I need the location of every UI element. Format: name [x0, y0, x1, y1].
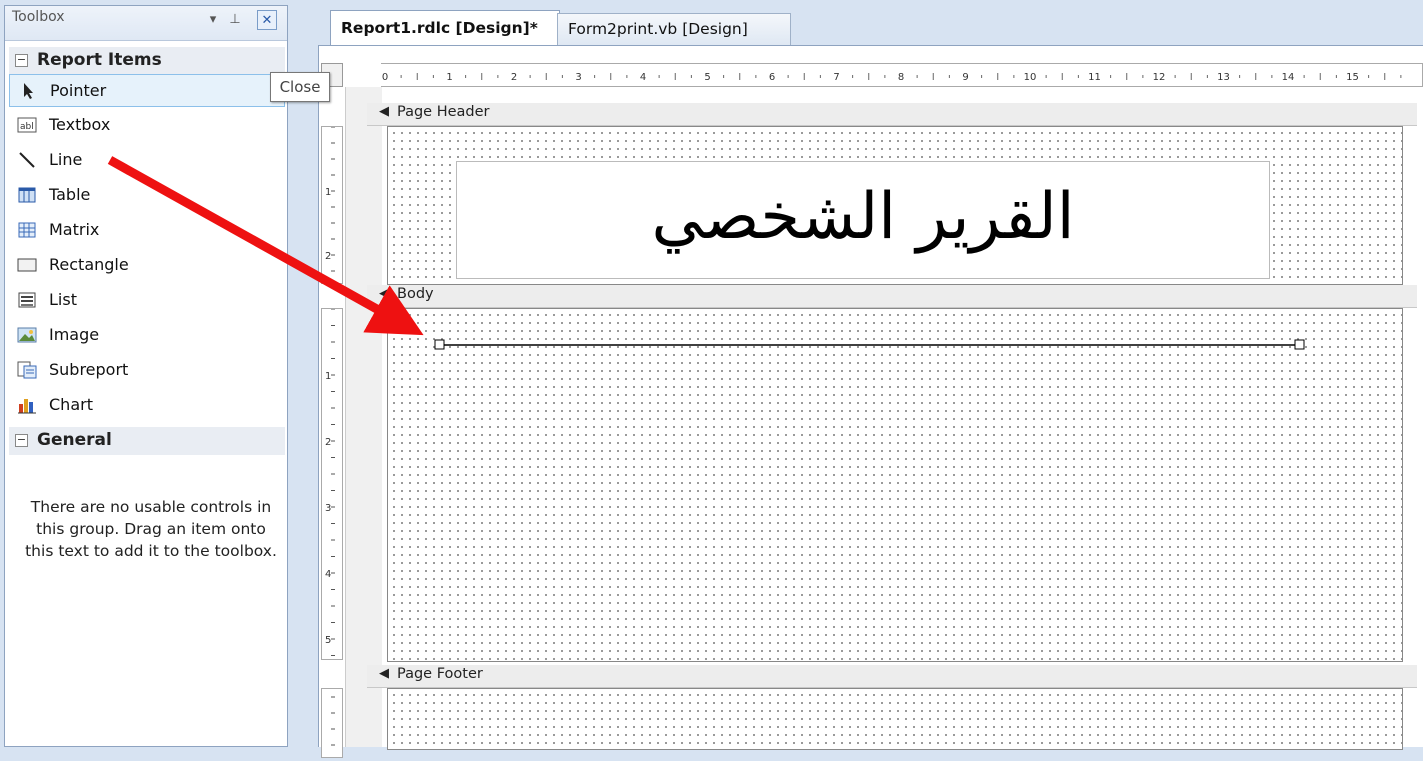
toolbox-item-pointer[interactable]: Pointer — [9, 74, 285, 107]
toolbox-title: Toolbox — [12, 9, 65, 25]
close-tooltip: Close — [270, 72, 330, 102]
toolbox-panel: Toolbox ▾ ⊥ ✕ − Report Items Pointer abl… — [4, 5, 288, 747]
toolbox-item-table[interactable]: Table — [9, 179, 285, 212]
body-bar[interactable]: ◀ Body — [367, 285, 1417, 308]
band-label: Page Footer — [397, 666, 483, 682]
list-icon — [18, 292, 36, 308]
band-arrow-icon: ◀ — [379, 666, 389, 681]
tab-form2print-design[interactable]: Form2print.vb [Design] — [557, 13, 791, 45]
ruler-label: 4 — [325, 569, 331, 580]
ruler-label: 3 — [575, 72, 581, 83]
body-band[interactable] — [387, 308, 1403, 662]
toolbox-item-line[interactable]: Line — [9, 144, 285, 177]
report-designer[interactable]: 0 1 2 3 4 5 6 7 8 9 10 11 12 13 14 15 12 12345 ◀ Page H… — [318, 45, 1423, 758]
vertical-ruler-body: 1 2 3 4 5 — [321, 308, 343, 660]
ruler-label: 15 — [1346, 72, 1359, 83]
toolbox-item-label: Subreport — [49, 360, 129, 379]
tab-report1-design[interactable]: Report1.rdlc [Design]* — [330, 10, 560, 46]
rectangle-icon — [17, 258, 37, 272]
chart-icon — [18, 399, 36, 414]
ruler-label: 1 — [325, 187, 331, 198]
ruler-label: 5 — [704, 72, 710, 83]
toolbox-item-label: List — [49, 290, 77, 309]
toolbox-titlebar: Toolbox ▾ ⊥ ✕ — [5, 6, 287, 41]
category-label: General — [37, 430, 112, 450]
svg-text:abl: abl — [20, 122, 34, 132]
toolbox-item-image[interactable]: Image — [9, 319, 285, 352]
toolbox-item-label: Pointer — [50, 81, 107, 100]
category-report-items[interactable]: − Report Items — [9, 46, 285, 75]
document-tabstrip: Report1.rdlc [Design]* Form2print.vb [De… — [292, 0, 1423, 46]
ruler-label: 2 — [325, 437, 331, 448]
pin-icon[interactable]: ⊥ — [225, 10, 245, 30]
close-icon[interactable]: ✕ — [257, 10, 277, 30]
category-general[interactable]: − General — [9, 426, 285, 455]
category-label: Report Items — [37, 50, 162, 70]
ruler-label: 0 — [382, 72, 388, 83]
ruler-label: 11 — [1088, 72, 1101, 83]
title-textbox[interactable]: القرير الشخصي — [456, 161, 1270, 279]
toolbox-item-subreport[interactable]: Subreport — [9, 354, 285, 387]
page-header-band[interactable]: القرير الشخصي — [387, 126, 1403, 285]
band-arrow-icon: ◀ — [379, 104, 389, 119]
band-label: Page Header — [397, 104, 490, 120]
ruler-label: 2 — [325, 251, 331, 262]
toolbox-item-label: Chart — [49, 395, 93, 414]
dropdown-icon[interactable]: ▾ — [203, 10, 223, 30]
ruler-label: 8 — [898, 72, 904, 83]
band-arrow-icon: ◀ — [379, 286, 389, 301]
report-title-text: القرير الشخصي — [651, 180, 1075, 254]
toolbox-item-rectangle[interactable]: Rectangle — [9, 249, 285, 282]
ruler-label: 7 — [833, 72, 839, 83]
ruler-label: 14 — [1282, 72, 1295, 83]
band-handle-strip — [345, 87, 382, 747]
ruler-label: 13 — [1217, 72, 1230, 83]
page-footer-bar[interactable]: ◀ Page Footer — [367, 665, 1417, 688]
ruler-label: 9 — [962, 72, 968, 83]
subreport-icon — [17, 361, 37, 379]
ruler-label: 5 — [325, 635, 331, 646]
ruler-label: 3 — [325, 503, 331, 514]
toolbox-item-label: Textbox — [49, 115, 111, 134]
toolbox-item-label: Image — [49, 325, 100, 344]
ruler-label: 6 — [769, 72, 775, 83]
toolbox-item-textbox[interactable]: abl Textbox — [9, 109, 285, 142]
horizontal-ruler: 0 1 2 3 4 5 6 7 8 9 10 11 12 13 14 15 — [381, 63, 1423, 87]
line-start-handle — [434, 339, 445, 350]
table-icon — [18, 187, 36, 203]
image-icon — [17, 327, 37, 343]
empty-group-message: There are no usable controls in this gro… — [25, 498, 277, 560]
toolbox-item-list[interactable]: List — [9, 284, 285, 317]
toolbox-item-label: Line — [49, 150, 83, 169]
ruler-label: 4 — [640, 72, 646, 83]
line-icon — [19, 152, 35, 168]
collapse-icon[interactable]: − — [15, 434, 28, 447]
ruler-label: 1 — [325, 371, 331, 382]
toolbox-item-chart[interactable]: Chart — [9, 389, 285, 422]
toolbox-item-label: Table — [49, 185, 91, 204]
pointer-icon — [24, 83, 33, 99]
toolbox-item-label: Matrix — [49, 220, 100, 239]
textbox-icon: abl — [17, 117, 37, 133]
ruler-label: 2 — [511, 72, 517, 83]
vertical-ruler-header-ticks: 12 — [325, 126, 335, 272]
vertical-ruler-footer — [321, 688, 343, 758]
vertical-ruler: 12 — [321, 126, 343, 284]
page-header-bar[interactable]: ◀ Page Header — [367, 103, 1417, 126]
page-footer-band[interactable] — [387, 688, 1403, 750]
collapse-icon[interactable]: − — [15, 54, 28, 67]
line-report-item[interactable] — [388, 309, 1388, 369]
line-end-handle — [1294, 339, 1305, 350]
toolbox-item-matrix[interactable]: Matrix — [9, 214, 285, 247]
toolbox-item-label: Rectangle — [49, 255, 129, 274]
horizontal-ruler-ticks: 0 1 2 3 4 5 6 7 8 9 10 11 12 13 14 15 — [382, 72, 1402, 83]
vertical-ruler-body-ticks: 1 2 3 4 5 — [325, 308, 335, 656]
ruler-label: 12 — [1153, 72, 1166, 83]
ruler-label: 1 — [446, 72, 452, 83]
band-label: Body — [397, 286, 434, 302]
ruler-label: 10 — [1024, 72, 1037, 83]
matrix-icon — [18, 222, 36, 238]
